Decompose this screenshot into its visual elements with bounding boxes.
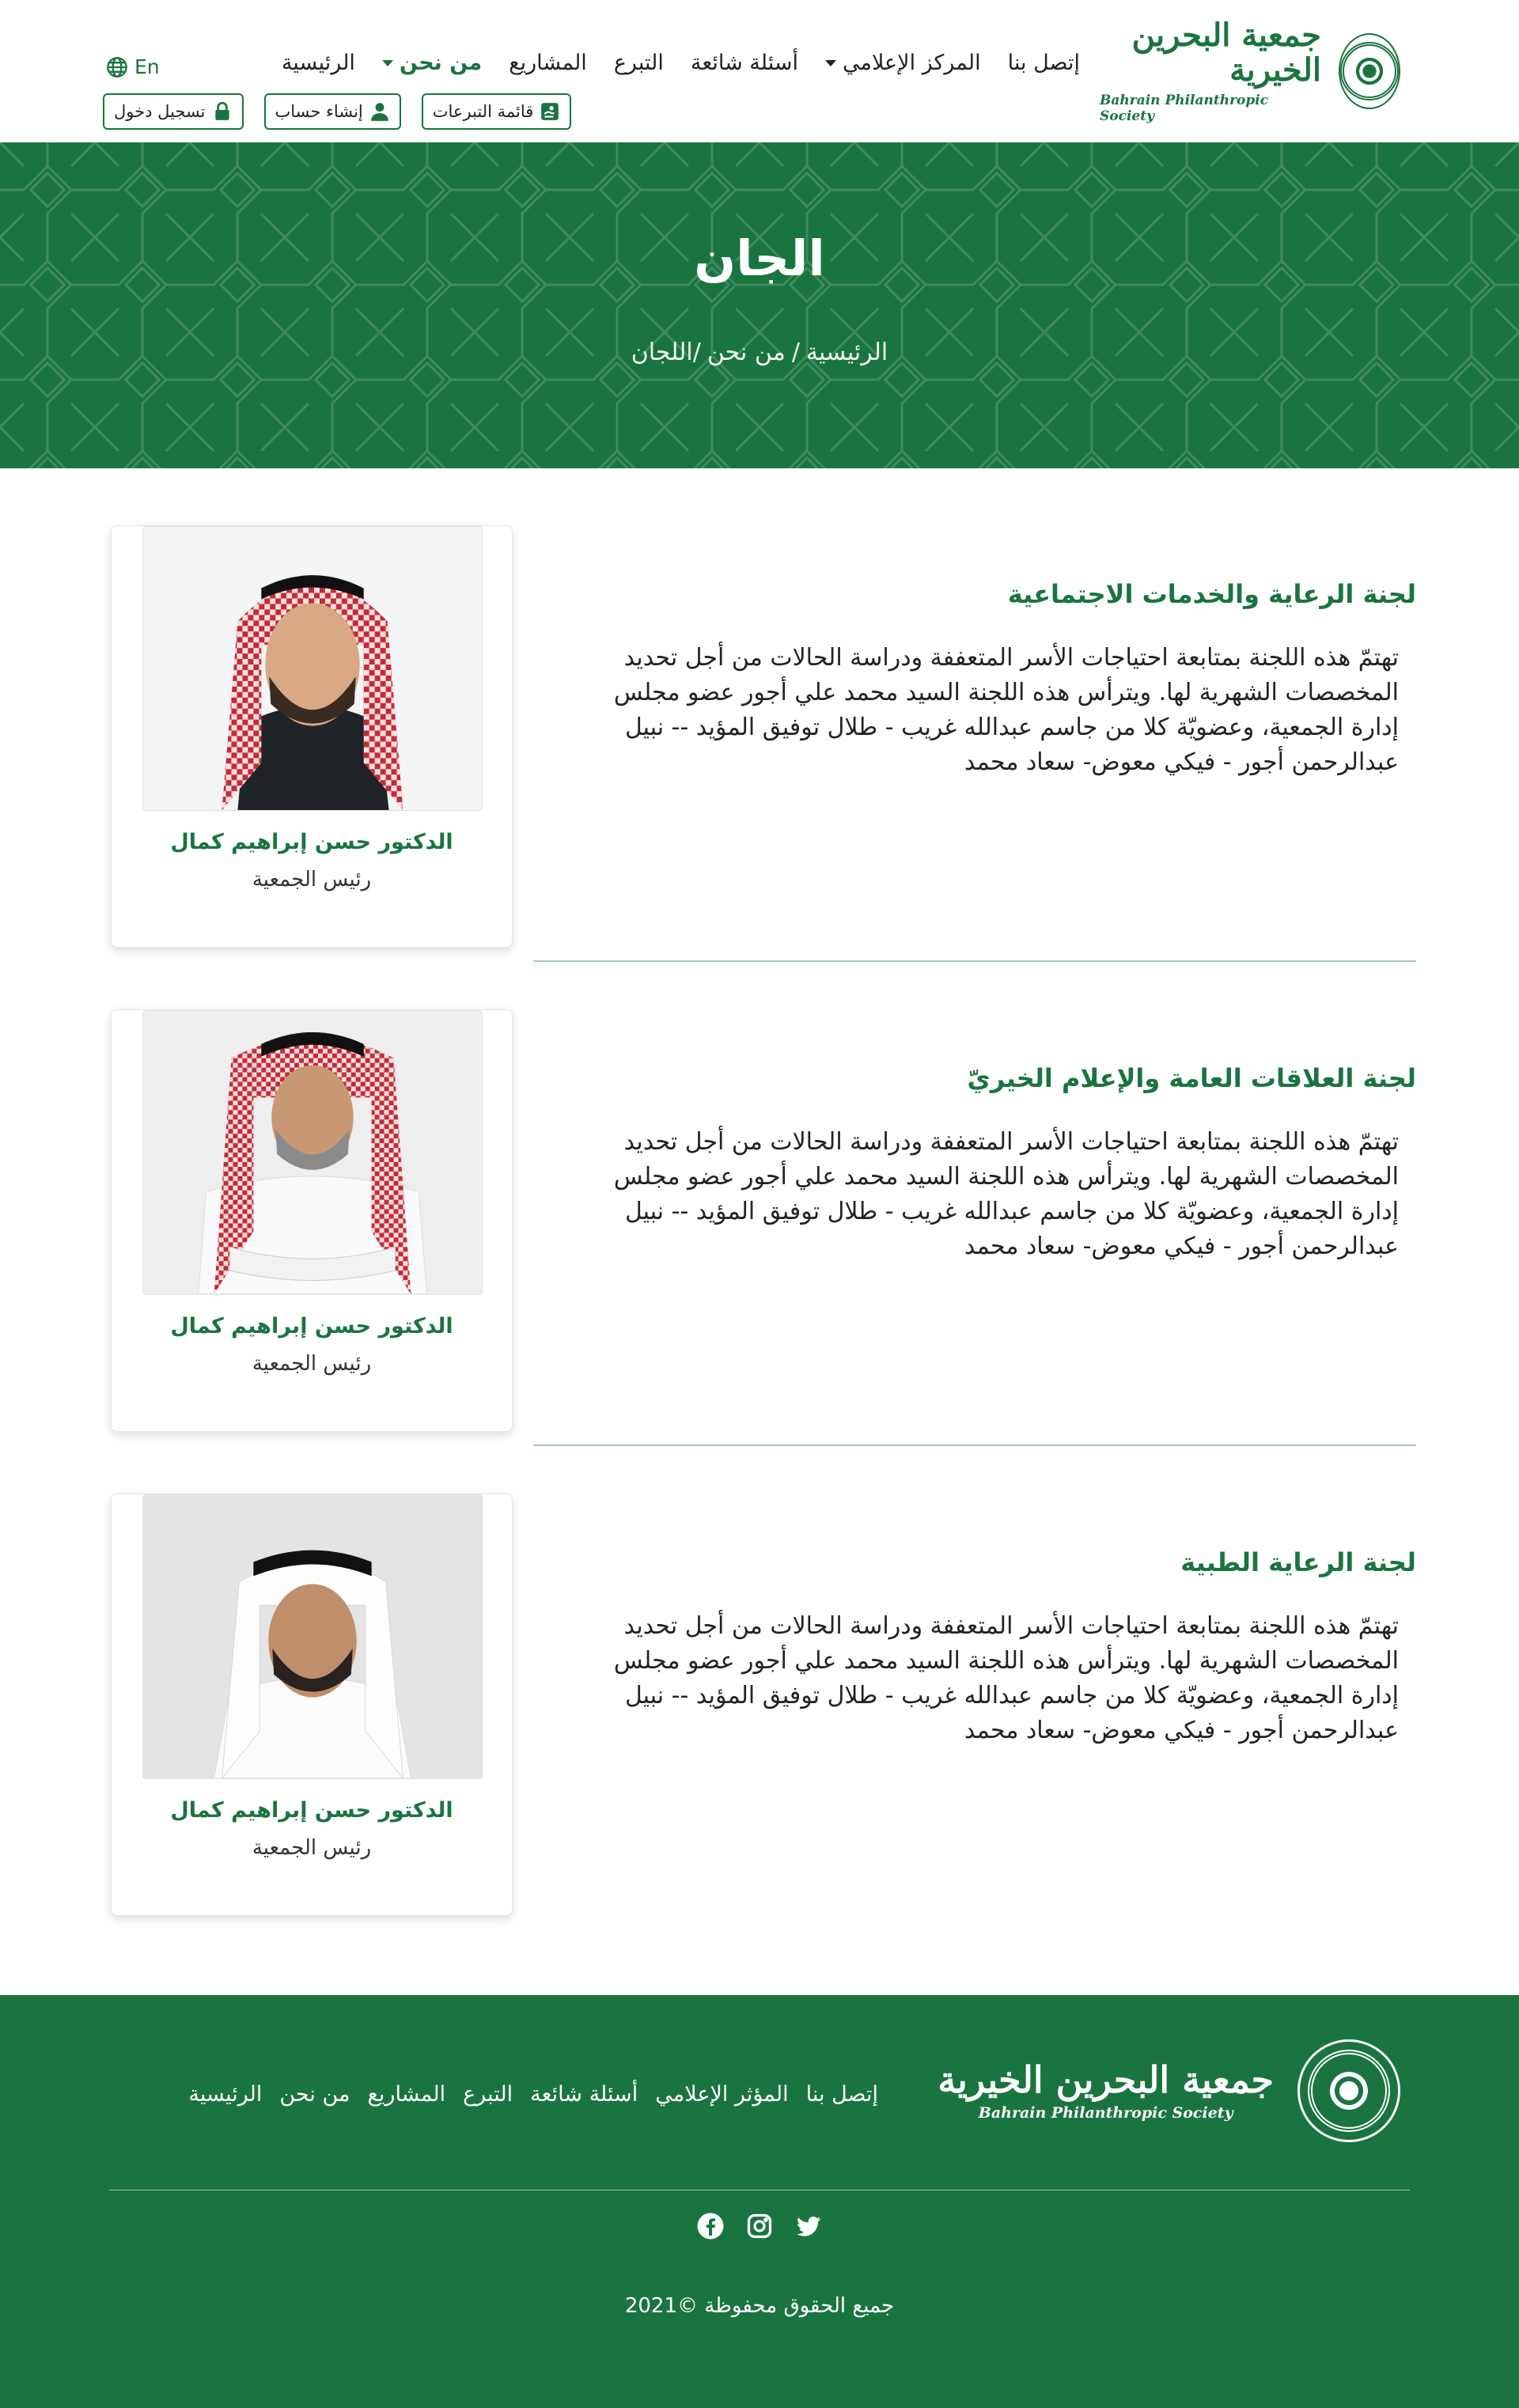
footer-link-media[interactable]: المؤثر الإعلامي xyxy=(655,2082,788,2107)
footer-link-about[interactable]: من نحن xyxy=(279,2082,350,2107)
facebook-icon[interactable] xyxy=(696,2212,725,2240)
nav-item-contact[interactable]: إتصل بنا xyxy=(1008,51,1080,75)
breadcrumb-about[interactable]: من نحن xyxy=(707,339,786,366)
member-card: الدكتور حسن إبراهيم كمال رئيس الجمعية xyxy=(111,1494,513,1916)
nav-item-home[interactable]: الرئيسية xyxy=(282,51,355,75)
footer-logo[interactable]: جمعية البحرين الخيرية Bahrain Philanthro… xyxy=(938,2039,1400,2142)
chevron-down-icon xyxy=(381,59,393,66)
member-role: رئيس الجمعية xyxy=(252,868,372,892)
create-account-button[interactable]: إنشاء حساب xyxy=(263,93,401,130)
language-label: En xyxy=(134,55,160,78)
language-switcher[interactable]: En xyxy=(106,55,160,78)
user-icon xyxy=(370,103,388,121)
member-card: الدكتور حسن إبراهيم كمال رئيس الجمعية xyxy=(111,525,513,948)
member-card: الدكتور حسن إبراهيم كمال رئيس الجمعية xyxy=(111,1009,513,1432)
donations-list-button[interactable]: قائمة التبرعات xyxy=(421,93,572,130)
footer-link-home[interactable]: الرئيسية xyxy=(188,2082,262,2107)
globe-icon xyxy=(107,56,127,78)
breadcrumb-current: /اللجان xyxy=(631,339,701,366)
breadcrumb-home[interactable]: الرئيسية xyxy=(806,339,888,366)
section-divider xyxy=(533,960,1416,962)
chevron-down-icon xyxy=(824,59,836,66)
member-photo xyxy=(142,1010,483,1295)
member-name: الدكتور حسن إبراهيم كمال xyxy=(170,1314,453,1338)
member-role: رئيس الجمعية xyxy=(252,1352,372,1376)
member-name: الدكتور حسن إبراهيم كمال xyxy=(170,830,453,854)
member-role: رئيس الجمعية xyxy=(252,1836,372,1860)
committee-item: الدكتور حسن إبراهيم كمال رئيس الجمعية لج… xyxy=(111,1009,1417,1446)
committee-item: الدكتور حسن إبراهيم كمال رئيس الجمعية لج… xyxy=(111,1494,1416,1916)
login-button[interactable]: تسجيل دخول xyxy=(103,93,244,130)
section-divider xyxy=(533,1444,1416,1446)
logo-arabic: جمعية البحرين الخيرية xyxy=(1131,17,1321,89)
nav-item-donate[interactable]: التبرع xyxy=(614,51,664,75)
header-actions: تسجيل دخول إنشاء حساب قائمة التبرعات xyxy=(103,93,572,130)
committee-description: تهتمّ هذه اللجنة بمتابعة احتياجات الأسر … xyxy=(613,644,1399,776)
footer-link-donate[interactable]: التبرع xyxy=(463,2082,513,2107)
committee-title: لجنة العلاقات العامة والإعلام الخيريّ xyxy=(967,1063,1417,1093)
member-photo xyxy=(142,526,483,811)
footer-link-contact[interactable]: إتصل بنا xyxy=(806,2082,878,2107)
committee-description: تهتمّ هذه اللجنة بمتابعة احتياجات الأسر … xyxy=(613,1128,1399,1260)
breadcrumb-separator: / xyxy=(791,339,800,366)
main-nav: الرئيسية من نحن المشاريع التبرع أسئلة شا… xyxy=(282,51,1080,75)
site-footer: جمعية البحرين الخيرية Bahrain Philanthro… xyxy=(0,1995,1519,2408)
footer-logo-english: Bahrain Philanthropic Society xyxy=(978,2104,1233,2122)
banner-pattern xyxy=(0,142,1519,468)
committee-title: لجنة الرعاية والخدمات الاجتماعية xyxy=(1007,579,1416,609)
footer-logo-text: جمعية البحرين الخيرية Bahrain Philanthro… xyxy=(938,2060,1274,2122)
nav-item-about[interactable]: من نحن xyxy=(381,51,482,75)
logo-english: Bahrain Philanthropic Society xyxy=(1100,93,1269,124)
footer-link-faq[interactable]: أسئلة شائعة xyxy=(530,2082,638,2107)
breadcrumb: الرئيسية / من نحن /اللجان xyxy=(0,339,1519,366)
nav-item-media-center[interactable]: المركز الإعلامي xyxy=(824,51,981,75)
social-links xyxy=(0,2212,1519,2240)
committee-item: الدكتور حسن إبراهيم كمال رئيس الجمعية لج… xyxy=(111,525,1416,962)
page-title: الجان xyxy=(694,229,825,287)
committee-title: لجنة الرعاية الطبية xyxy=(1180,1547,1416,1577)
footer-nav: الرئيسية من نحن المشاريع التبرع أسئلة شا… xyxy=(188,2082,878,2107)
member-photo xyxy=(142,1494,483,1779)
instagram-icon[interactable] xyxy=(745,2212,774,2240)
footer-seal-icon xyxy=(1297,2039,1400,2142)
site-logo[interactable]: جمعية البحرين الخيرية Bahrain Philanthro… xyxy=(1100,18,1400,124)
member-name: الدكتور حسن إبراهيم كمال xyxy=(170,1798,453,1823)
page-banner: الجان الرئيسية / من نحن /اللجان xyxy=(0,142,1519,468)
logo-text: جمعية البحرين الخيرية Bahrain Philanthro… xyxy=(1100,17,1321,125)
footer-logo-arabic: جمعية البحرين الخيرية xyxy=(938,2058,1274,2101)
lock-icon xyxy=(214,101,229,120)
copyright: جميع الحقوق محفوظة ©2021 xyxy=(624,2294,895,2318)
logo-seal-icon xyxy=(1339,33,1400,109)
twitter-icon[interactable] xyxy=(794,2212,823,2240)
site-header: جمعية البحرين الخيرية Bahrain Philanthro… xyxy=(0,0,1519,142)
footer-link-projects[interactable]: المشاريع xyxy=(368,2082,446,2107)
nav-item-faq[interactable]: أسئلة شائعة xyxy=(691,51,798,75)
nav-item-projects[interactable]: المشاريع xyxy=(509,51,587,75)
donation-hand-icon xyxy=(541,103,559,120)
committee-description: تهتمّ هذه اللجنة بمتابعة احتياجات الأسر … xyxy=(613,1612,1399,1744)
